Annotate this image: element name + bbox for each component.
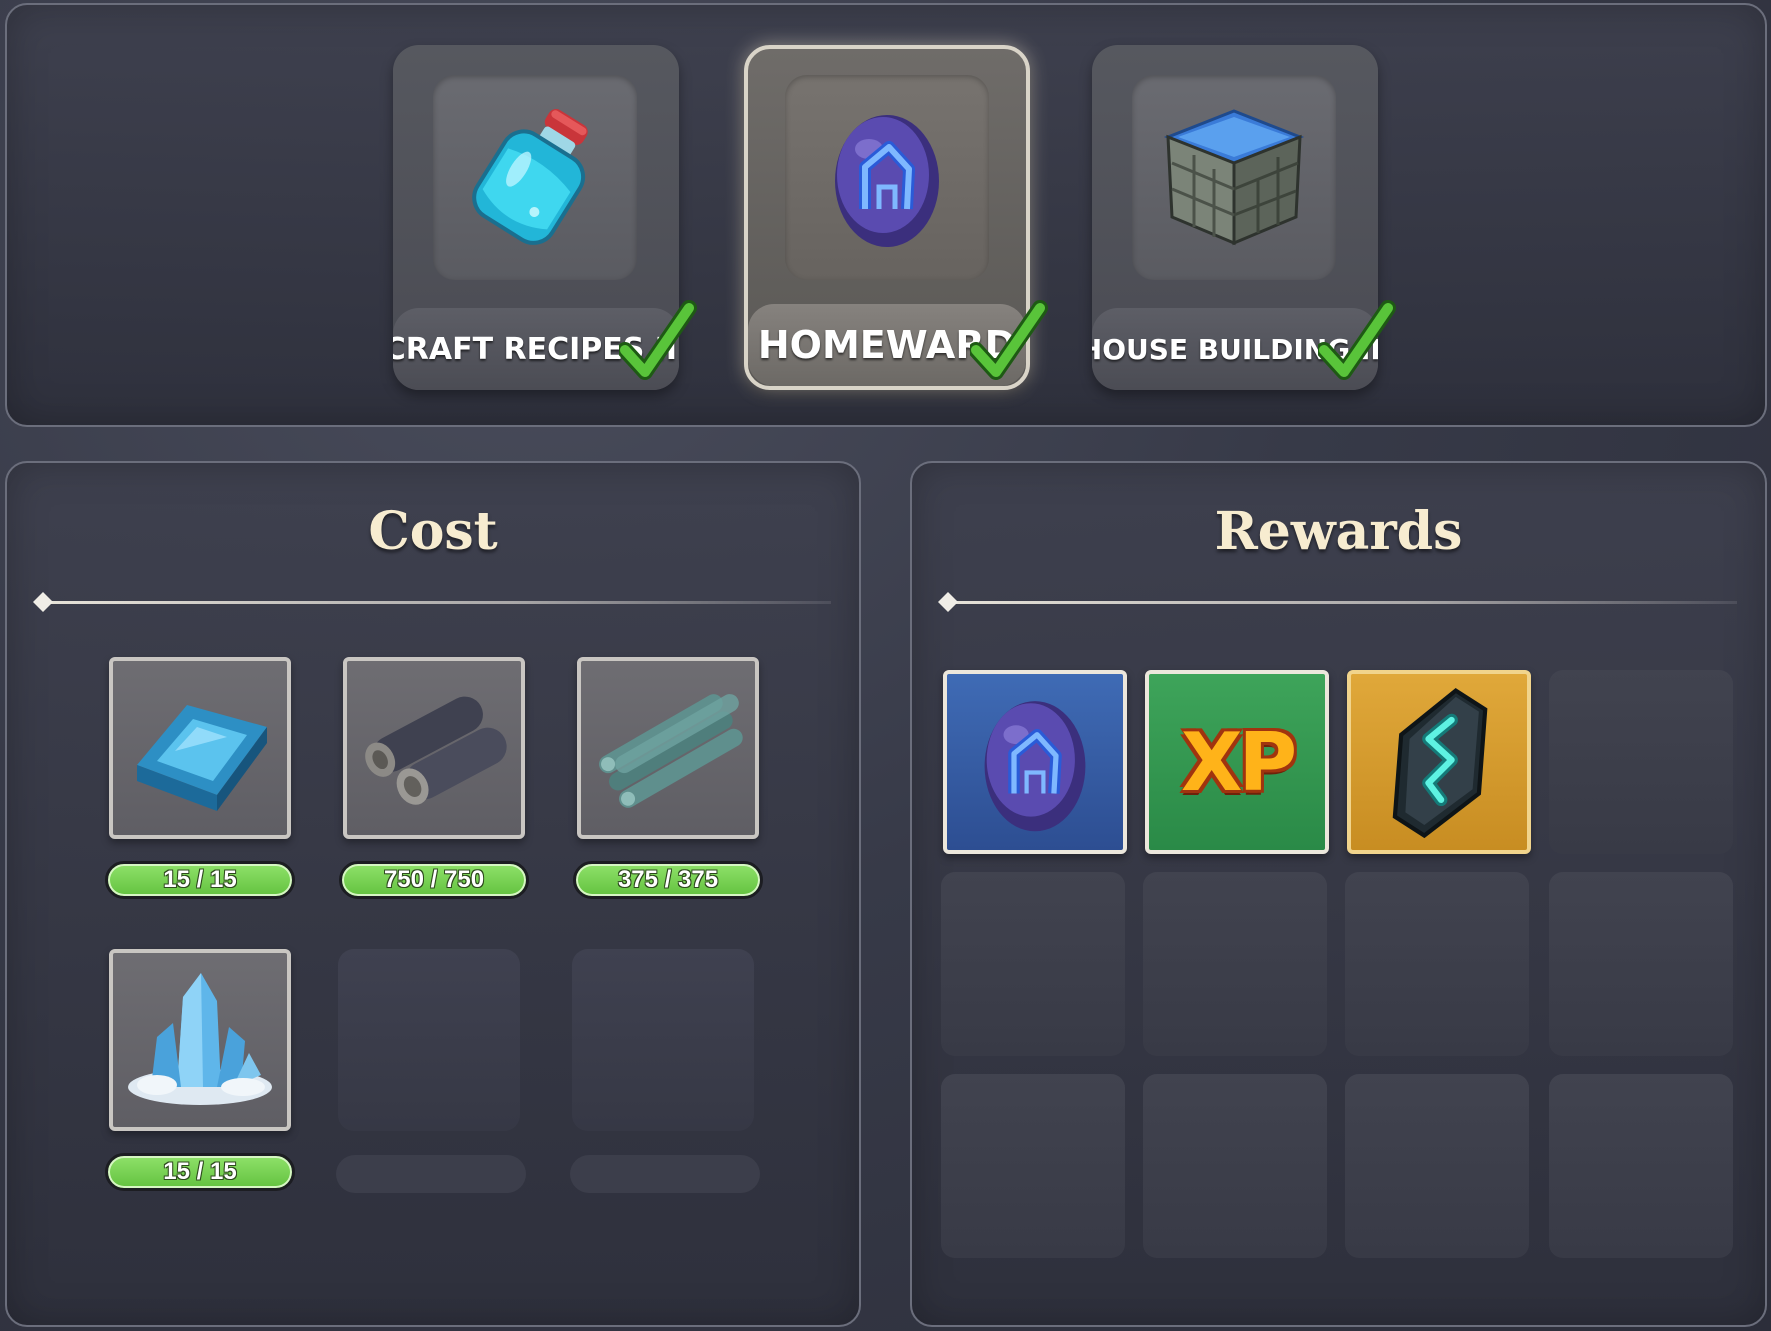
reward-slot-empty xyxy=(1345,1074,1529,1258)
unlock-icon-frame xyxy=(785,75,989,280)
stone-block-icon xyxy=(1163,109,1305,246)
cost-slot-dark-logs[interactable] xyxy=(343,657,525,839)
dark-logs-icon xyxy=(365,696,507,805)
cost-count-empty xyxy=(570,1155,760,1193)
teal-planks-icon xyxy=(599,694,743,808)
cost-count: 15 / 15 xyxy=(105,861,295,899)
unlocks-panel: CRAFT RECIPES III HOMEWARD HOUSE BUILDIN… xyxy=(5,3,1767,427)
unlock-card-craft-recipes[interactable]: CRAFT RECIPES III xyxy=(393,45,697,390)
reward-slot-empty xyxy=(1143,1074,1327,1258)
reward-slot-xp[interactable]: XP xyxy=(1145,670,1329,854)
teal-rune-gem-icon xyxy=(1392,688,1488,839)
ice-crystal-icon xyxy=(128,973,272,1105)
cost-count: 750 / 750 xyxy=(339,861,529,899)
reward-slot-homeward[interactable] xyxy=(943,670,1127,854)
checkmark-icon xyxy=(970,300,1048,380)
cost-count-empty xyxy=(336,1155,526,1193)
rewards-title: Rewards xyxy=(1214,501,1463,562)
cost-slot-empty xyxy=(572,949,754,1131)
unlock-icon-frame xyxy=(1132,75,1336,280)
unlock-card-house-building[interactable]: HOUSE BUILDING III xyxy=(1092,45,1396,390)
rewards-panel: Rewards XP xyxy=(910,461,1767,1327)
unlock-card-homeward[interactable]: HOMEWARD xyxy=(744,45,1048,390)
reward-slot-empty xyxy=(1549,872,1733,1056)
cost-divider xyxy=(35,601,831,604)
reward-slot-empty xyxy=(1549,1074,1733,1258)
reward-slot-rune-gem[interactable] xyxy=(1347,670,1531,854)
reward-slot-empty xyxy=(1345,872,1529,1056)
unlock-icon-frame xyxy=(433,75,637,280)
cost-title: Cost xyxy=(368,501,498,562)
checkmark-icon xyxy=(619,300,697,380)
cost-slot-empty xyxy=(338,949,520,1131)
diamond-icon xyxy=(938,592,958,612)
reward-slot-empty xyxy=(1549,670,1733,854)
rewards-divider xyxy=(940,601,1737,604)
blue-ingot-icon xyxy=(137,705,267,811)
cost-count: 15 / 15 xyxy=(105,1153,295,1191)
cost-slot-blue-ingot[interactable] xyxy=(109,657,291,839)
homeward-rune-stone-icon xyxy=(984,701,1086,832)
reward-slot-empty xyxy=(1143,872,1327,1056)
homeward-rune-stone-icon xyxy=(835,115,939,247)
xp-icon: XP xyxy=(1180,716,1297,809)
diamond-icon xyxy=(33,592,53,612)
cost-panel: Cost 15 / 15 750 / 750 375 / 375 15 / 15 xyxy=(5,461,861,1327)
cost-slot-ice-crystal[interactable] xyxy=(109,949,291,1131)
reward-slot-empty xyxy=(941,872,1125,1056)
checkmark-icon xyxy=(1318,300,1396,380)
reward-slot-empty xyxy=(941,1074,1125,1258)
potion-bottle-icon xyxy=(472,109,588,245)
cost-slot-teal-planks[interactable] xyxy=(577,657,759,839)
cost-count: 375 / 375 xyxy=(573,861,763,899)
